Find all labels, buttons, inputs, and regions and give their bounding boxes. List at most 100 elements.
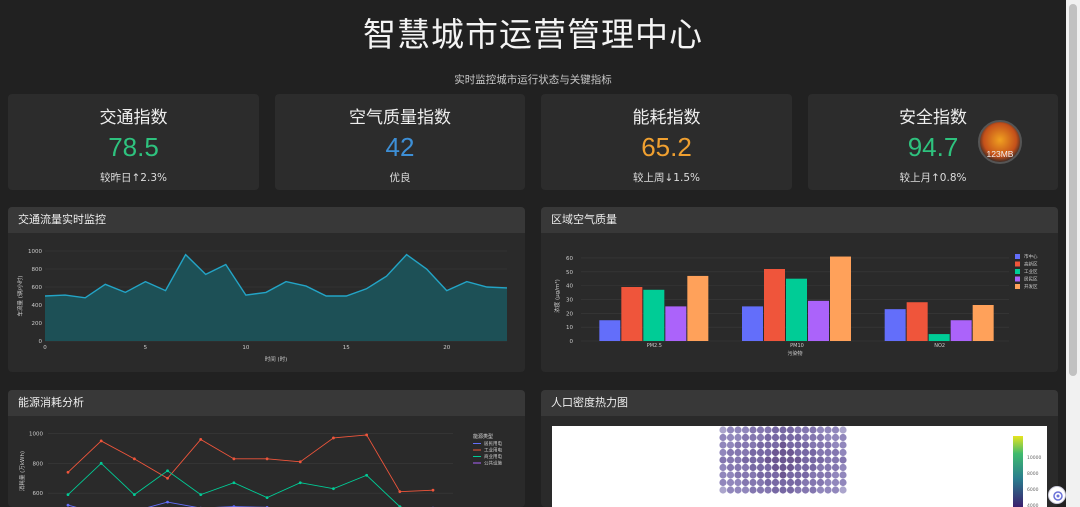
heat-cell (741, 441, 750, 449)
memory-badge-text: 123MB (986, 149, 1014, 159)
memory-badge[interactable]: 123MB (978, 120, 1022, 164)
data-point (265, 496, 269, 500)
heat-cell (764, 478, 772, 487)
heat-cell (816, 433, 825, 442)
heat-cell (756, 486, 765, 494)
heat-cell (824, 471, 832, 479)
bar (786, 278, 807, 341)
heat-cell (734, 441, 742, 449)
heat-cell (794, 463, 802, 472)
heat-cell (764, 433, 772, 442)
kpi-title: 交通指数 (99, 108, 168, 128)
heat-cell (734, 433, 742, 442)
kpi-change: 较上月↑0.8% (899, 172, 967, 184)
assistant-icon[interactable] (1048, 486, 1066, 504)
heat-cell (771, 433, 780, 442)
heat-cell (756, 463, 765, 472)
x-tick-label: PM2.5 (647, 343, 662, 349)
heat-cell (764, 456, 772, 464)
heat-cell (749, 433, 757, 442)
heat-cell (749, 486, 757, 494)
heat-cell (726, 456, 735, 464)
heat-cell (831, 441, 840, 449)
kpi-value: 78.5 (108, 132, 159, 162)
heat-cell (794, 448, 802, 457)
header: 智慧城市运营管理中心 实时监控城市运行状态与关键指标 (0, 0, 1066, 87)
heat-cell (786, 478, 795, 487)
heat-cell (816, 463, 825, 472)
heat-cell (719, 426, 727, 434)
panel-title: 交通流量实时监控 (8, 207, 525, 233)
heat-cell (726, 486, 735, 494)
kpi-change: 较昨日↑2.3% (100, 172, 167, 184)
heat-cell (756, 433, 765, 442)
legend-label: 市中心 (1024, 253, 1038, 260)
heat-cell (801, 478, 810, 487)
heat-cell (779, 433, 787, 442)
heat-cell (741, 471, 750, 479)
heat-cell (741, 478, 750, 487)
bar (906, 302, 928, 341)
data-point (132, 457, 136, 461)
y-axis-label: 消耗量 (万kWh) (18, 451, 26, 491)
bar (808, 300, 829, 341)
y-tick-label: 10 (566, 325, 573, 331)
heat-cell (831, 456, 840, 464)
air-panel: 区域空气质量 0 10 20 30 40 50 60 PM2.5 PM10 NO2 污染物 浓度 (μ… (541, 207, 1058, 372)
page-title: 智慧城市运营管理中心 (363, 15, 703, 54)
heat-cell (726, 463, 735, 472)
heat-cell (816, 486, 825, 494)
energy-panel: 能源消耗分析 4006008001000消耗量 (万kWh)能源类型居民用电工业… (8, 390, 525, 507)
vertical-scrollbar[interactable] (1066, 0, 1080, 507)
heat-cell (839, 441, 847, 449)
heat-cell (779, 456, 787, 464)
y-tick-label: 30 (566, 297, 573, 303)
heat-cell (719, 456, 727, 464)
data-point (298, 481, 302, 485)
y-tick-label: 20 (566, 311, 573, 317)
colorbar-tick-label: 10000 (1027, 455, 1041, 461)
traffic-panel: 交通流量实时监控 0 200 400 600 800 1000 0 5 10 15 20 时间 (时)… (8, 207, 525, 372)
heat-cell (794, 486, 802, 494)
heat-cell (839, 433, 847, 442)
heat-cell (719, 478, 727, 487)
heat-cell (809, 486, 817, 494)
heat-cell (734, 471, 742, 479)
heat-cell (801, 456, 810, 464)
heat-cell (771, 448, 780, 457)
x-tick-label: 15 (343, 345, 350, 351)
heat-cell (824, 478, 832, 487)
heat-cell (771, 486, 780, 494)
population-panel: 人口密度热力图 10000 8000 6000 4000 (541, 390, 1058, 507)
kpi-card-energy: 能耗指数 65.2 较上周↓1.5% (541, 94, 792, 190)
heat-cell (749, 471, 757, 479)
kpi-title: 能耗指数 (632, 108, 701, 128)
legend-label: 商业用电 (484, 453, 502, 460)
x-tick-label: PM10 (790, 343, 804, 349)
legend-label: 高新区 (1024, 261, 1038, 268)
heat-cell (771, 456, 780, 464)
heat-cell (734, 426, 742, 434)
heat-cell (719, 471, 727, 479)
heat-cell (749, 448, 757, 457)
heat-cell (771, 471, 780, 479)
heat-cell (801, 448, 810, 457)
bar (764, 269, 785, 341)
heat-cell (741, 433, 750, 442)
bar (830, 256, 851, 341)
heat-cell (719, 486, 727, 494)
heat-cell (741, 456, 750, 464)
heat-cell (786, 486, 795, 494)
heat-cell (719, 448, 727, 457)
heat-cell (824, 426, 832, 434)
x-tick-label: NO2 (934, 343, 945, 349)
data-point (199, 493, 203, 497)
heat-cell (771, 478, 780, 487)
heat-cell (794, 456, 802, 464)
heat-cell (764, 486, 772, 494)
heat-cell (726, 448, 735, 457)
scrollbar-thumb[interactable] (1069, 4, 1077, 376)
heat-cell (824, 441, 832, 449)
heat-cell (824, 456, 832, 464)
legend-label: 公共设施 (484, 460, 502, 467)
